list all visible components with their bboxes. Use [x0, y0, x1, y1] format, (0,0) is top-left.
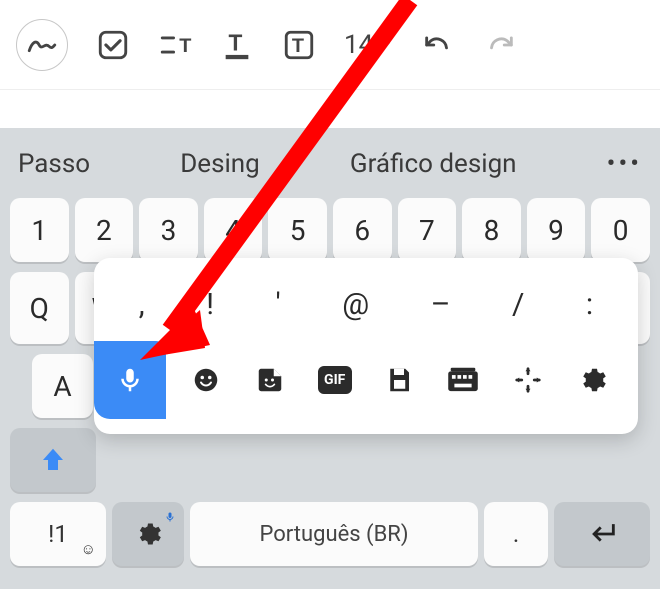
pen-tool-button[interactable] [16, 19, 68, 71]
key-5[interactable]: 5 [268, 198, 327, 262]
gif-icon: GIF [318, 366, 352, 394]
emoji-icon [191, 365, 221, 395]
punct-at[interactable]: @ [342, 287, 369, 322]
svg-text:T: T [292, 35, 304, 57]
punct-dash[interactable]: – [431, 287, 451, 322]
shift-icon [38, 445, 68, 475]
suggestion-1[interactable]: Passo [18, 149, 90, 179]
svg-text:T: T [179, 35, 191, 57]
voice-input-button[interactable] [94, 341, 166, 419]
settings-key[interactable] [112, 502, 184, 566]
more-suggestions-button[interactable]: ••• [607, 149, 642, 179]
key-3[interactable]: 3 [139, 198, 198, 262]
key-6[interactable]: 6 [333, 198, 392, 262]
qwerty-row-3 [0, 428, 660, 492]
mic-icon [115, 365, 145, 395]
spacebar[interactable]: Português (BR) [190, 502, 478, 566]
key-4[interactable]: 4 [204, 198, 263, 262]
key-0[interactable]: 0 [591, 198, 650, 262]
keyboard-tools-popup: , ! ' @ – / : GIF [94, 258, 638, 434]
text-format-button[interactable]: T [158, 28, 192, 62]
enter-key[interactable] [554, 502, 650, 566]
period-key-label: . [513, 520, 519, 548]
keyboard-icon [447, 365, 479, 395]
editor-toolbar: T T T 14 [0, 0, 660, 90]
bottom-row: !1 ☺ Português (BR) . [0, 502, 660, 566]
screenshot-root: T T T 14 Passo Desing Gráfico design •••… [0, 0, 660, 589]
save-icon [384, 365, 414, 395]
key-8[interactable]: 8 [462, 198, 521, 262]
suggestion-3[interactable]: Gráfico design [350, 149, 517, 179]
redo-button[interactable] [483, 28, 517, 62]
svg-text:T: T [229, 29, 243, 55]
punct-slash[interactable]: / [512, 287, 524, 322]
suggestion-2[interactable]: Desing [180, 149, 260, 179]
gif-button[interactable]: GIF [318, 363, 352, 397]
spacebar-label: Português (BR) [259, 522, 408, 547]
keyboard-modes-button[interactable] [446, 363, 480, 397]
punct-comma[interactable]: , [139, 287, 145, 322]
punctuation-row: , ! ' @ – / : [94, 268, 638, 340]
gear-icon [577, 365, 607, 395]
key-1[interactable]: 1 [10, 198, 69, 262]
key-2[interactable]: 2 [75, 198, 134, 262]
number-row: 1 2 3 4 5 6 7 8 9 0 [0, 198, 660, 262]
keyboard-resize-button[interactable] [511, 363, 545, 397]
emoji-hint-icon: ☺ [81, 540, 96, 558]
enter-icon [585, 517, 619, 551]
key-a[interactable]: A [32, 354, 93, 418]
chevron-down-icon [377, 37, 393, 53]
symbols-key[interactable]: !1 ☺ [10, 502, 106, 566]
punct-colon[interactable]: : [586, 287, 593, 322]
move-icon [513, 365, 543, 395]
emoji-button[interactable] [189, 363, 223, 397]
key-7[interactable]: 7 [398, 198, 457, 262]
clipboard-button[interactable] [382, 363, 416, 397]
key-9[interactable]: 9 [527, 198, 586, 262]
undo-button[interactable] [421, 28, 455, 62]
punct-apos[interactable]: ' [275, 287, 280, 322]
keyboard-settings-button[interactable] [575, 363, 609, 397]
gear-icon [134, 520, 162, 548]
key-q[interactable]: Q [10, 272, 69, 344]
suggestion-bar: Passo Desing Gráfico design ••• [0, 138, 660, 190]
text-highlight-button[interactable]: T [282, 28, 316, 62]
symbols-key-label: !1 [48, 520, 68, 548]
scribble-icon [25, 28, 59, 62]
font-size-value: 14 [344, 30, 373, 60]
shift-key[interactable] [10, 428, 96, 492]
font-size-dropdown[interactable]: 14 [344, 30, 393, 60]
tools-row: GIF [94, 340, 638, 420]
sticker-button[interactable] [253, 363, 287, 397]
checkbox-tool-button[interactable] [96, 28, 130, 62]
sticker-icon [255, 365, 285, 395]
mic-hint-icon [164, 508, 176, 527]
text-color-button[interactable]: T [220, 28, 254, 62]
punct-exclaim[interactable]: ! [206, 287, 214, 322]
period-key[interactable]: . [484, 502, 548, 566]
